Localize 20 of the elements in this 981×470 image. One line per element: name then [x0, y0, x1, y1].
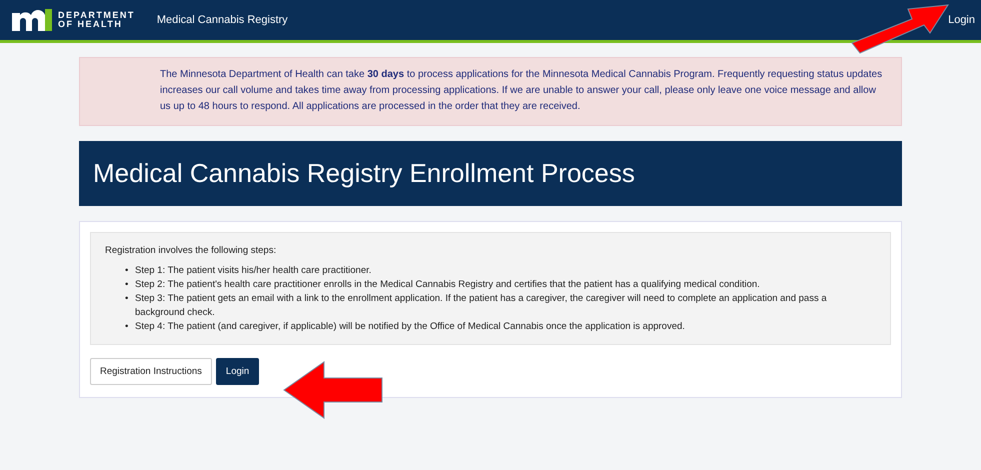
state-logo-icon [12, 9, 52, 31]
logo-text: DEPARTMENT [58, 11, 135, 20]
login-button[interactable]: Login [216, 358, 260, 385]
step-item: Step 3: The patient gets an email with a link to the enrollment application. If the patient has a caregiver, the caregiver will need to complete an application and pass a background check. [135, 292, 828, 320]
site-title[interactable]: Medical Cannabis Registry [156, 14, 288, 26]
bullet: • [125, 320, 130, 334]
login-link[interactable]: Login [948, 14, 975, 26]
arrow-icon [850, 3, 950, 55]
step-item: Step 2: The patient's health care practitioner enrolls in the Medical Cannabis Registry and certifies that the patient has a qualifying medical condition. [135, 278, 761, 292]
bullet: • [125, 278, 130, 292]
notice-text: The Minnesota Department of Health can take 30 days to process applications for the Minnesota Medical Cannabis Program. Frequently requesting status updates increases our call volume and takes time away from processing applications. If we are unable to answer your call, please only leave one voice message and allow us up to 48 hours to respond. All applications are processed in the order that they are received. [160, 69, 882, 112]
step-item: Step 1: The patient visits his/her health care practitioner. [135, 264, 372, 278]
logo-text: OF HEALTH [58, 20, 124, 29]
step-item: Step 4: The patient (and caregiver, if applicable) will be notified by the Office of Medical Cannabis once the application is approved. [135, 320, 686, 334]
instructions-button[interactable]: Registration Instructions [90, 358, 212, 385]
bullet: • [125, 292, 130, 306]
page-title: Medical Cannabis Registry Enrollment Process [93, 158, 635, 189]
arrow-icon [282, 360, 384, 420]
bullet: • [125, 264, 130, 278]
intro-text: Registration involves the following steps: [105, 245, 278, 256]
